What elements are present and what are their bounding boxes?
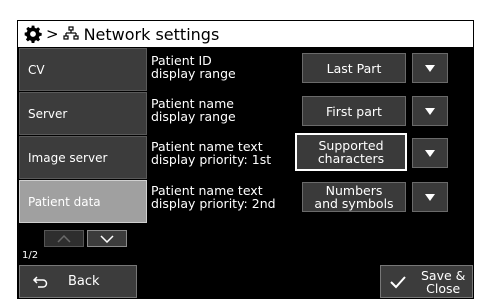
sidebar-item-cv[interactable]: CV (19, 48, 147, 91)
title-bar: > Network settings (18, 21, 473, 47)
chevron-down-icon (100, 234, 114, 243)
gear-icon (24, 25, 42, 43)
back-button[interactable]: Back (19, 265, 137, 298)
page-indicator: 1/2 (22, 250, 39, 261)
dropdown-triangle-icon (425, 107, 435, 115)
sidebar-item-label: Server (28, 106, 68, 121)
save-close-label: Save & Close (421, 269, 465, 295)
name-priority-2nd-value[interactable]: Numbers and symbols (302, 182, 406, 212)
chevron-up-icon (57, 234, 71, 243)
label-line: display priority: 1st (151, 152, 272, 167)
value-text: Last Part (326, 60, 382, 76)
name-priority-2nd-dropdown-button[interactable] (412, 182, 448, 212)
checkmark-icon (390, 275, 406, 288)
name-priority-1st-dropdown-button[interactable] (412, 138, 448, 168)
back-label: Back (68, 274, 100, 289)
return-arrow-icon (32, 275, 48, 288)
patient-id-range-value[interactable]: Last Part (302, 53, 406, 83)
label-line: display range (151, 66, 236, 81)
patient-id-range-label: Patient ID display range (151, 54, 301, 80)
patient-id-range-dropdown-button[interactable] (412, 53, 448, 83)
sidebar-item-server[interactable]: Server (19, 92, 147, 135)
patient-name-range-label: Patient name display range (151, 97, 301, 123)
sidebar-item-image-server[interactable]: Image server (19, 136, 147, 179)
page-title: Network settings (83, 24, 220, 44)
value-text: and symbols (314, 196, 394, 211)
name-priority-1st-label: Patient name text display priority: 1st (151, 140, 301, 166)
name-priority-2nd-label: Patient name text display priority: 2nd (151, 184, 301, 210)
save-close-button[interactable]: Save & Close (380, 265, 473, 298)
sidebar-item-label: Image server (28, 150, 108, 165)
sidebar-item-label: Patient data (28, 194, 101, 209)
value-text: First part (326, 103, 382, 119)
breadcrumb-separator: > (46, 25, 59, 43)
patient-name-range-dropdown-button[interactable] (412, 96, 448, 126)
value-text: characters (317, 151, 385, 166)
page-down-button[interactable] (87, 230, 127, 247)
bottom-bar: Back Save & Close (18, 262, 473, 298)
sidebar-item-label: CV (28, 62, 45, 77)
label-line: Close (426, 280, 461, 296)
dropdown-triangle-icon (425, 193, 435, 201)
name-priority-1st-value[interactable]: Supported characters (295, 133, 407, 171)
dropdown-triangle-icon (425, 149, 435, 157)
network-settings-screen: > Network settings CV Server Image serve… (17, 20, 474, 299)
label-line: display range (151, 109, 236, 124)
patient-name-range-value[interactable]: First part (302, 96, 406, 126)
page-up-button[interactable] (44, 230, 84, 247)
label-line: Save & (421, 267, 466, 283)
label-line: display priority: 2nd (151, 196, 276, 211)
dropdown-triangle-icon (425, 64, 435, 72)
sidebar-item-patient-data[interactable]: Patient data (19, 180, 147, 223)
network-icon (62, 26, 79, 40)
